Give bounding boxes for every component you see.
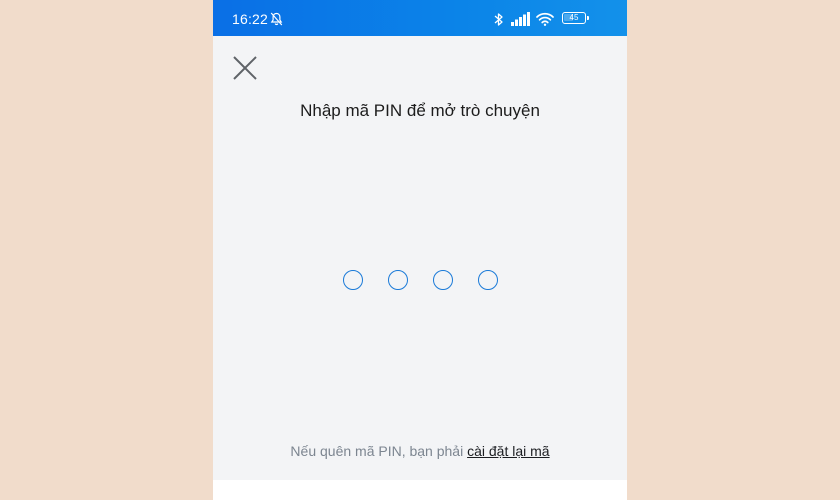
bottom-area (213, 480, 627, 500)
close-icon[interactable] (230, 53, 260, 83)
phone-screen: 16:22 45 Nhập mã PIN để mở trò chuyện Nế… (213, 0, 627, 500)
bell-off-icon (270, 12, 283, 26)
signal-icon (511, 12, 530, 26)
status-time: 16:22 (232, 11, 269, 27)
status-bar: 16:22 45 (213, 0, 627, 36)
pin-digit-1[interactable] (342, 270, 363, 290)
pin-digit-3[interactable] (432, 270, 453, 290)
wifi-icon (536, 12, 554, 26)
bluetooth-icon (494, 13, 503, 26)
pin-input[interactable] (213, 270, 627, 294)
battery-icon: 45 (562, 12, 589, 24)
pin-digit-2[interactable] (387, 270, 408, 290)
battery-level: 45 (569, 13, 579, 22)
reset-pin-link[interactable]: cài đặt lại mã (467, 443, 549, 459)
pin-digit-4[interactable] (477, 270, 498, 290)
forgot-pin-hint: Nếu quên mã PIN, bạn phải cài đặt lại mã (213, 443, 627, 459)
page-title: Nhập mã PIN để mở trò chuyện (300, 101, 540, 120)
forgot-pin-text: Nếu quên mã PIN, bạn phải (290, 443, 468, 459)
